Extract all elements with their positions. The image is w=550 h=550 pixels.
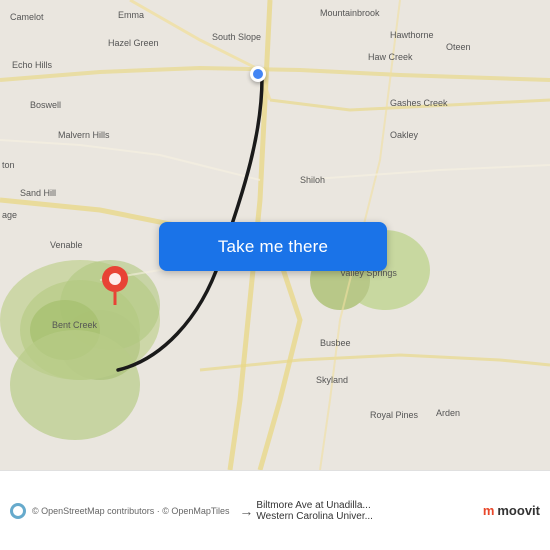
route-to-label: Western Carolina Univer... [256,511,373,522]
destination-marker [101,265,129,310]
moovit-logo: m moovit [483,503,540,518]
take-me-there-button[interactable]: Take me there [159,222,387,271]
bottom-bar: © OpenStreetMap contributors · © OpenMap… [0,470,550,550]
attribution-section: © OpenStreetMap contributors · © OpenMap… [10,503,236,519]
moovit-m-letter: m [483,503,495,518]
origin-location-dot [250,66,266,82]
map-view: CamelotEmmaMountainbrookHazel GreenSouth… [0,0,550,470]
attribution-text: © OpenStreetMap contributors · © OpenMap… [32,506,230,516]
green-area [10,330,140,440]
route-info: Biltmore Ave at Unadilla... Western Caro… [256,500,482,522]
moovit-wordmark: moovit [497,503,540,518]
route-arrow-icon: → [236,501,256,521]
take-me-there-label: Take me there [218,237,328,257]
osm-logo [10,503,26,519]
moovit-logo-section: m moovit [483,503,540,518]
route-from-label: Biltmore Ave at Unadilla... [256,500,370,511]
